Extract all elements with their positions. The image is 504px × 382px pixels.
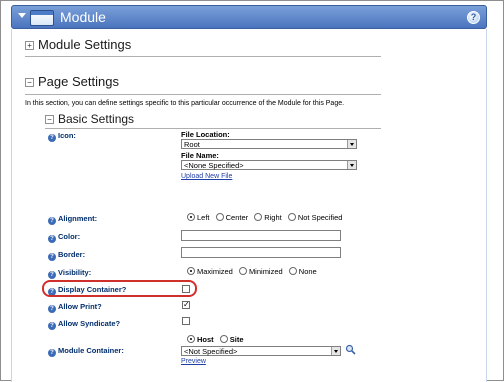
help-icon[interactable]: ?: [48, 134, 56, 142]
alignment-center-radio[interactable]: [215, 213, 224, 221]
visibility-label: ? Visibility:: [48, 268, 91, 279]
basic-settings-header[interactable]: − Basic Settings: [45, 112, 134, 126]
allow-syndicate-label-text: Allow Syndicate?: [58, 319, 121, 328]
dropdown-arrow-icon[interactable]: [347, 161, 356, 169]
icon-label: ? Icon:: [48, 131, 76, 142]
visibility-radio-group: Maximized Minimized None: [187, 267, 321, 276]
color-label-text: Color:: [58, 232, 81, 241]
dropdown-arrow-icon[interactable]: [331, 347, 340, 355]
help-icon[interactable]: ?: [48, 305, 56, 313]
menu-arrow-icon[interactable]: [18, 13, 26, 18]
alignment-label: ? Alignment:: [48, 214, 97, 225]
color-input[interactable]: [181, 230, 341, 241]
file-name-value: <None Specified>: [184, 161, 244, 170]
window-icon: [30, 10, 54, 26]
dropdown-arrow-icon[interactable]: [347, 140, 356, 148]
allow-print-checkbox[interactable]: ✓: [182, 301, 190, 309]
module-container-label: ? Module Container:: [48, 346, 124, 357]
container-host-label: Host: [197, 335, 214, 344]
visibility-maximized-label: Maximized: [197, 267, 233, 276]
highlight-ring: [42, 280, 197, 297]
help-icon[interactable]: ?: [48, 217, 56, 225]
help-icon[interactable]: ?: [467, 11, 480, 24]
page-settings-title: Page Settings: [38, 74, 119, 89]
basic-settings-divider: [45, 128, 381, 129]
container-host-radio[interactable]: [187, 335, 195, 343]
help-icon[interactable]: ?: [48, 253, 56, 261]
visibility-minimized-radio[interactable]: [238, 267, 247, 275]
alignment-not-specified-radio[interactable]: [287, 213, 296, 221]
collapse-icon[interactable]: −: [45, 115, 54, 125]
alignment-right-radio[interactable]: [254, 213, 263, 221]
file-location-select[interactable]: Root: [181, 139, 357, 149]
border-label: ? Border:: [48, 250, 85, 261]
basic-settings-title: Basic Settings: [58, 112, 135, 126]
module-container-label-text: Module Container:: [58, 346, 124, 355]
alignment-left-radio[interactable]: [187, 213, 195, 221]
page-settings-divider: [25, 94, 381, 95]
alignment-label-text: Alignment:: [58, 214, 98, 223]
allow-syndicate-checkbox[interactable]: [182, 317, 190, 325]
visibility-none-label: None: [298, 267, 317, 276]
border-input[interactable]: [181, 247, 341, 258]
magnify-icon[interactable]: [345, 344, 356, 355]
window-frame: Module ? + Module Settings − Page Settings…: [0, 0, 504, 382]
help-icon[interactable]: ?: [48, 271, 56, 279]
visibility-none-radio[interactable]: [288, 267, 297, 275]
module-title-bar: Module ?: [11, 5, 487, 29]
alignment-not-specified-label: Not Specified: [297, 213, 343, 222]
file-location-label: File Location:: [181, 130, 230, 139]
help-icon[interactable]: ?: [48, 322, 56, 330]
visibility-maximized-radio[interactable]: [187, 267, 195, 275]
module-settings-divider: [25, 56, 381, 57]
file-name-label: File Name:: [181, 151, 219, 160]
preview-link[interactable]: Preview: [181, 358, 206, 365]
alignment-radio-group: Left Center Right Not Specified: [187, 213, 346, 222]
collapse-icon[interactable]: −: [25, 78, 34, 88]
visibility-label-text: Visibility:: [58, 268, 92, 277]
border-label-text: Border:: [58, 250, 86, 259]
container-site-label: Site: [229, 335, 244, 344]
visibility-minimized-label: Minimized: [248, 267, 283, 276]
module-container-value: <Not Specified>: [184, 347, 238, 356]
allow-print-label: ? Allow Print?: [48, 302, 102, 313]
expand-icon[interactable]: +: [25, 41, 34, 51]
page-settings-description: In this section, you can define settings…: [25, 100, 345, 107]
help-icon[interactable]: ?: [48, 349, 56, 357]
allow-syndicate-label: ? Allow Syndicate?: [48, 319, 120, 330]
file-name-select[interactable]: <None Specified>: [181, 160, 357, 170]
upload-new-file-link[interactable]: Upload New File: [181, 173, 232, 180]
file-location-value: Root: [184, 140, 200, 149]
container-site-radio[interactable]: [219, 335, 228, 343]
alignment-left-label: Left: [197, 213, 210, 222]
module-container-radio-group: Host Site: [187, 335, 248, 344]
module-settings-title: Module Settings: [38, 37, 132, 52]
icon-label-text: Icon:: [58, 131, 76, 140]
module-container-select[interactable]: <Not Specified>: [181, 346, 341, 356]
module-title: Module: [60, 9, 106, 25]
help-icon[interactable]: ?: [48, 235, 56, 243]
alignment-right-label: Right: [264, 213, 282, 222]
module-settings-header[interactable]: + Module Settings: [25, 37, 131, 52]
page-settings-header[interactable]: − Page Settings: [25, 74, 119, 89]
allow-print-label-text: Allow Print?: [58, 302, 102, 311]
color-label: ? Color:: [48, 232, 80, 243]
alignment-center-label: Center: [225, 213, 249, 222]
